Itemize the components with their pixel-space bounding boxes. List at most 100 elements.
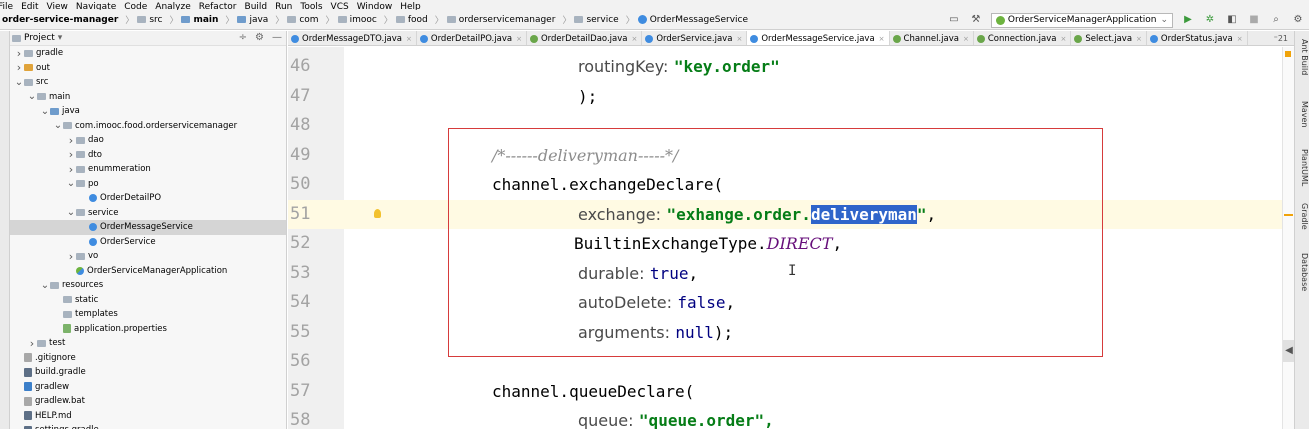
- tree-item[interactable]: › enummeration: [10, 162, 286, 177]
- breadcrumb-item[interactable]: com: [287, 15, 319, 25]
- breadcrumb-item[interactable]: main: [181, 15, 218, 25]
- tool-window-database[interactable]: Database: [1296, 253, 1309, 291]
- close-icon[interactable]: ×: [1136, 35, 1142, 43]
- tree-item[interactable]: gradlew: [10, 380, 286, 395]
- breadcrumb-item[interactable]: service: [574, 15, 619, 25]
- editor-tab[interactable]: OrderStatus.java ×: [1147, 31, 1248, 45]
- stop-icon[interactable]: ■: [1248, 14, 1260, 26]
- editor-tab[interactable]: Channel.java ×: [890, 31, 974, 45]
- chevron-right-icon[interactable]: ›: [66, 134, 76, 147]
- editor-tab[interactable]: OrderService.java ×: [642, 31, 748, 45]
- tree-item[interactable]: › dto: [10, 148, 286, 163]
- breadcrumb-item[interactable]: food: [395, 15, 428, 25]
- chevron-right-icon[interactable]: ›: [14, 61, 24, 74]
- editor-tab[interactable]: Connection.java ×: [974, 31, 1072, 45]
- close-icon[interactable]: ×: [736, 35, 742, 43]
- chevron-right-icon[interactable]: ›: [66, 148, 76, 161]
- tree-item[interactable]: ⌄ resources: [10, 278, 286, 293]
- chevron-right-icon[interactable]: ›: [14, 47, 24, 60]
- menu-item-help[interactable]: Help: [400, 3, 421, 11]
- menu-item-tools[interactable]: Tools: [300, 3, 322, 11]
- menu-item-refactor[interactable]: Refactor: [199, 3, 237, 11]
- tabs-overflow-count[interactable]: ⁼21: [1268, 31, 1294, 45]
- tree-item[interactable]: › vo: [10, 249, 286, 264]
- menu-item-window[interactable]: Window: [357, 3, 393, 11]
- tree-item[interactable]: build.gradle: [10, 365, 286, 380]
- layout-icon[interactable]: ▭: [948, 14, 960, 26]
- close-icon[interactable]: ×: [516, 35, 522, 43]
- breadcrumb-item[interactable]: orderservicemanager: [446, 15, 555, 25]
- tree-item[interactable]: ⌄ service: [10, 206, 286, 221]
- menu-item-build[interactable]: Build: [245, 3, 268, 11]
- breadcrumb-item[interactable]: src: [137, 15, 162, 25]
- tree-item[interactable]: › test: [10, 336, 286, 351]
- gear-icon[interactable]: ⚙: [255, 32, 264, 43]
- tree-item[interactable]: › gradle: [10, 46, 286, 61]
- menu-item-code[interactable]: Code: [124, 3, 147, 11]
- hide-icon[interactable]: —: [272, 32, 282, 43]
- debug-icon[interactable]: ✲: [1204, 14, 1216, 26]
- tree-item[interactable]: ⌄ po: [10, 177, 286, 192]
- tool-window-plantuml[interactable]: PlantUML: [1296, 149, 1309, 186]
- menu-item-navigate[interactable]: Navigate: [76, 3, 116, 11]
- intention-bulb-icon[interactable]: [374, 209, 381, 218]
- chevron-down-icon[interactable]: ▾: [58, 33, 63, 43]
- tree-item[interactable]: OrderDetailPO: [10, 191, 286, 206]
- close-icon[interactable]: ×: [1237, 35, 1243, 43]
- tool-window-ant-build[interactable]: Ant Build: [1296, 39, 1309, 75]
- chevron-down-icon[interactable]: ⌄: [66, 178, 76, 189]
- warning-marker[interactable]: [1284, 214, 1293, 216]
- breadcrumb-item[interactable]: order-service-manager: [2, 15, 118, 25]
- chevron-down-icon[interactable]: ⌄: [40, 280, 50, 291]
- tree-item[interactable]: OrderMessageService: [10, 220, 286, 235]
- tree-item[interactable]: settings.gradle: [10, 423, 286, 429]
- tree-item[interactable]: ⌄ com.imooc.food.orderservicemanager: [10, 119, 286, 134]
- close-icon[interactable]: ×: [631, 35, 637, 43]
- tree-item[interactable]: gradlew.bat: [10, 394, 286, 409]
- tree-item[interactable]: ⌄ main: [10, 90, 286, 105]
- build-hammer-icon[interactable]: ⚒: [970, 14, 982, 26]
- chevron-down-icon[interactable]: ⌄: [27, 91, 37, 102]
- chevron-down-icon[interactable]: ⌄: [66, 207, 76, 218]
- close-icon[interactable]: ×: [879, 35, 885, 43]
- search-icon[interactable]: ⌕: [1270, 14, 1282, 26]
- close-icon[interactable]: ×: [1060, 35, 1066, 43]
- menu-item-edit[interactable]: Edit: [21, 3, 38, 11]
- run-configuration-select[interactable]: OrderServiceManagerApplication ⌄: [990, 12, 1173, 28]
- tree-item[interactable]: static: [10, 293, 286, 308]
- editor-tab[interactable]: OrderDetailDao.java ×: [527, 31, 643, 45]
- project-panel-title[interactable]: Project: [24, 33, 55, 43]
- breadcrumb-item[interactable]: java: [237, 15, 268, 25]
- tree-item[interactable]: ⌄ src: [10, 75, 286, 90]
- editor-tab[interactable]: OrderMessageService.java ×: [747, 31, 890, 45]
- menu-item-vcs[interactable]: VCS: [331, 3, 349, 11]
- chevron-down-icon[interactable]: ⌄: [14, 77, 24, 88]
- tree-item[interactable]: OrderService: [10, 235, 286, 250]
- tree-item[interactable]: templates: [10, 307, 286, 322]
- tree-item[interactable]: application.properties: [10, 322, 286, 337]
- breadcrumb-item[interactable]: OrderMessageService: [637, 15, 748, 25]
- menu-item-file[interactable]: File: [0, 3, 13, 11]
- run-icon[interactable]: ▶: [1182, 14, 1194, 26]
- code-editor[interactable]: 46 routingKey: "key.order" 47); 48 49/*-----…: [288, 47, 1282, 429]
- editor-tab[interactable]: Select.java ×: [1071, 31, 1147, 45]
- editor-tab[interactable]: OrderDetailPO.java ×: [417, 31, 527, 45]
- chevron-down-icon[interactable]: ⌄: [53, 120, 63, 131]
- coverage-icon[interactable]: ◧: [1226, 14, 1238, 26]
- collapse-all-icon[interactable]: ÷: [239, 32, 247, 43]
- menu-item-view[interactable]: View: [47, 3, 68, 11]
- breadcrumb-item[interactable]: imooc: [337, 15, 377, 25]
- tree-item[interactable]: ⌄ java: [10, 104, 286, 119]
- chevron-right-icon[interactable]: ›: [66, 250, 76, 263]
- tree-item[interactable]: › out: [10, 61, 286, 76]
- tool-window-maven[interactable]: Maven: [1296, 101, 1309, 128]
- chevron-right-icon[interactable]: ›: [66, 163, 76, 176]
- chevron-down-icon[interactable]: ⌄: [40, 106, 50, 117]
- menu-item-run[interactable]: Run: [275, 3, 292, 11]
- menu-item-analyze[interactable]: Analyze: [155, 3, 190, 11]
- tool-window-gradle[interactable]: Gradle: [1296, 203, 1309, 230]
- warning-indicator-icon[interactable]: [1285, 51, 1291, 57]
- tree-item[interactable]: .gitignore: [10, 351, 286, 366]
- tree-item[interactable]: OrderServiceManagerApplication: [10, 264, 286, 279]
- chevron-right-icon[interactable]: ›: [27, 337, 37, 350]
